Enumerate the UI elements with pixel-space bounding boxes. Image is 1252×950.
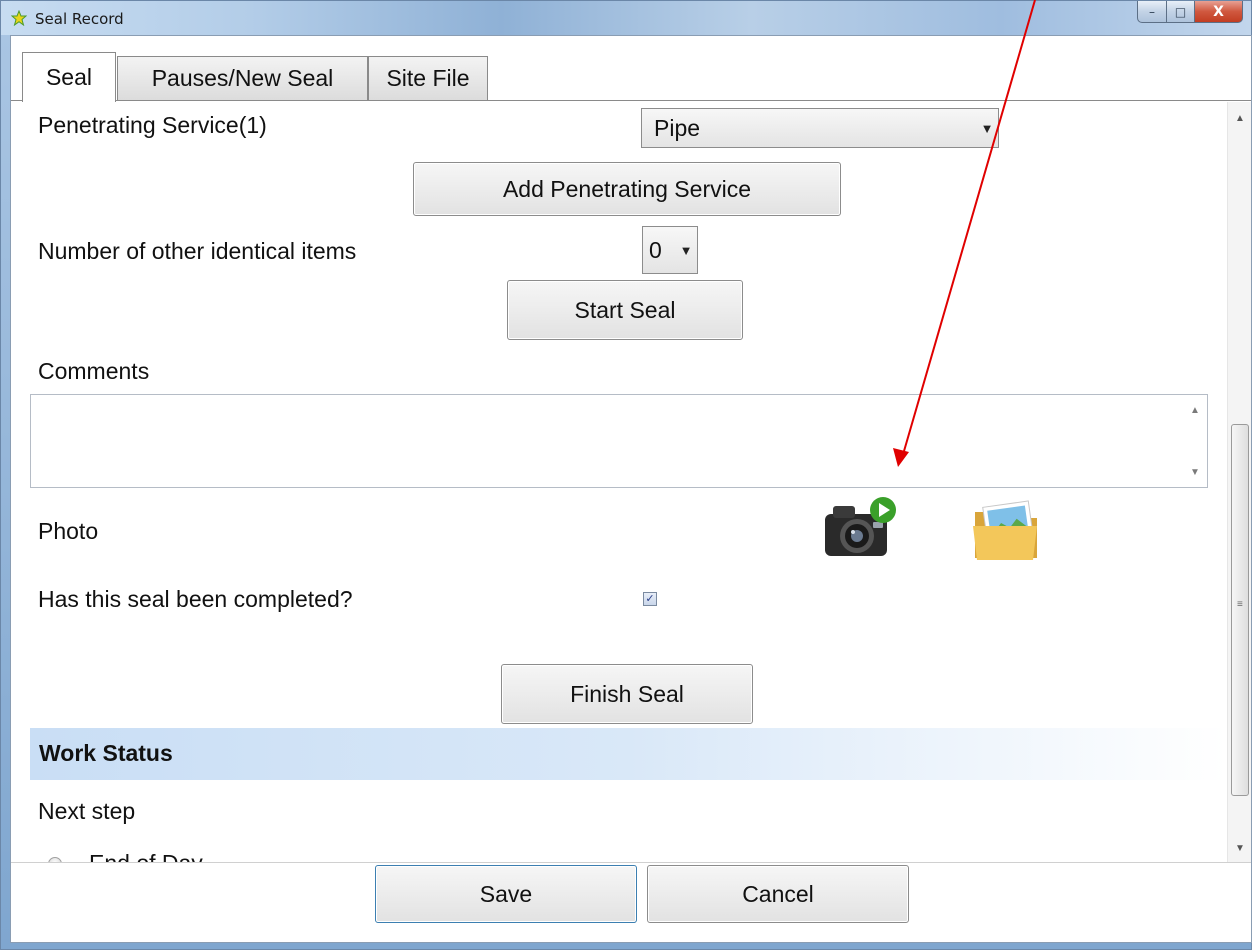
tab-pauses-new-seal[interactable]: Pauses/New Seal <box>117 56 368 100</box>
scroll-down-icon[interactable]: ▼ <box>1228 838 1252 860</box>
client-area: Seal Pauses/New Seal Site File Penetrati… <box>10 35 1252 943</box>
comments-textarea[interactable]: ▲ ▼ <box>30 394 1208 488</box>
tab-strip: Seal Pauses/New Seal Site File <box>11 36 1251 102</box>
window-controls: – □ X <box>1137 1 1243 25</box>
identical-items-value: 0 <box>649 236 662 263</box>
finish-seal-button[interactable]: Finish Seal <box>501 664 753 724</box>
work-status-header: Work Status <box>30 728 1227 780</box>
photo-label: Photo <box>38 518 99 544</box>
camera-icon[interactable] <box>821 494 899 566</box>
next-step-label: Next step <box>38 798 136 824</box>
maximize-button[interactable]: □ <box>1167 1 1195 23</box>
start-seal-button[interactable]: Start Seal <box>507 280 743 340</box>
save-button[interactable]: Save <box>375 865 637 923</box>
chevron-down-icon: ▼ <box>980 120 994 136</box>
title-bar[interactable]: Seal Record – □ X <box>1 1 1251 35</box>
dialog-footer: Save Cancel <box>11 862 1251 942</box>
cancel-button[interactable]: Cancel <box>647 865 909 923</box>
image-folder-icon[interactable] <box>971 498 1043 564</box>
identical-items-label: Number of other identical items <box>38 238 357 264</box>
seal-record-window: Seal Record – □ X Seal Pauses/New Seal S… <box>0 0 1252 950</box>
star-icon <box>11 10 27 26</box>
penetrating-service-label: Penetrating Service(1) <box>38 112 267 138</box>
tab-site-file[interactable]: Site File <box>368 56 488 100</box>
scroll-up-icon[interactable]: ▲ <box>1228 108 1252 130</box>
minimize-button[interactable]: – <box>1137 1 1167 23</box>
window-title: Seal Record <box>35 10 124 28</box>
completed-label: Has this seal been completed? <box>38 586 353 612</box>
seal-form: Penetrating Service(1) Pipe ▼ Add Penetr… <box>11 102 1227 862</box>
completed-checkbox[interactable]: ✓ <box>643 592 657 606</box>
close-button[interactable]: X <box>1195 1 1243 23</box>
scrollbar-thumb[interactable]: ≡ <box>1231 424 1249 796</box>
grip-icon: ≡ <box>1237 599 1243 610</box>
tab-seal[interactable]: Seal <box>22 52 116 102</box>
add-penetrating-service-button[interactable]: Add Penetrating Service <box>413 162 841 216</box>
work-status-title: Work Status <box>39 740 173 766</box>
comments-label: Comments <box>38 358 150 384</box>
main-scrollbar[interactable]: ▲ ≡ ▼ <box>1227 102 1251 862</box>
end-of-day-label[interactable]: End of Day <box>89 850 203 862</box>
penetrating-service-select[interactable]: Pipe ▼ <box>641 108 999 148</box>
penetrating-service-value: Pipe <box>654 114 701 141</box>
identical-items-select[interactable]: 0 ▼ <box>642 226 698 274</box>
scroll-up-icon[interactable]: ▲ <box>1183 401 1207 421</box>
tab-divider <box>11 100 1251 101</box>
chevron-down-icon: ▼ <box>679 242 693 258</box>
comments-scrollbar[interactable]: ▲ ▼ <box>1183 395 1207 487</box>
scroll-down-icon[interactable]: ▼ <box>1183 463 1207 483</box>
